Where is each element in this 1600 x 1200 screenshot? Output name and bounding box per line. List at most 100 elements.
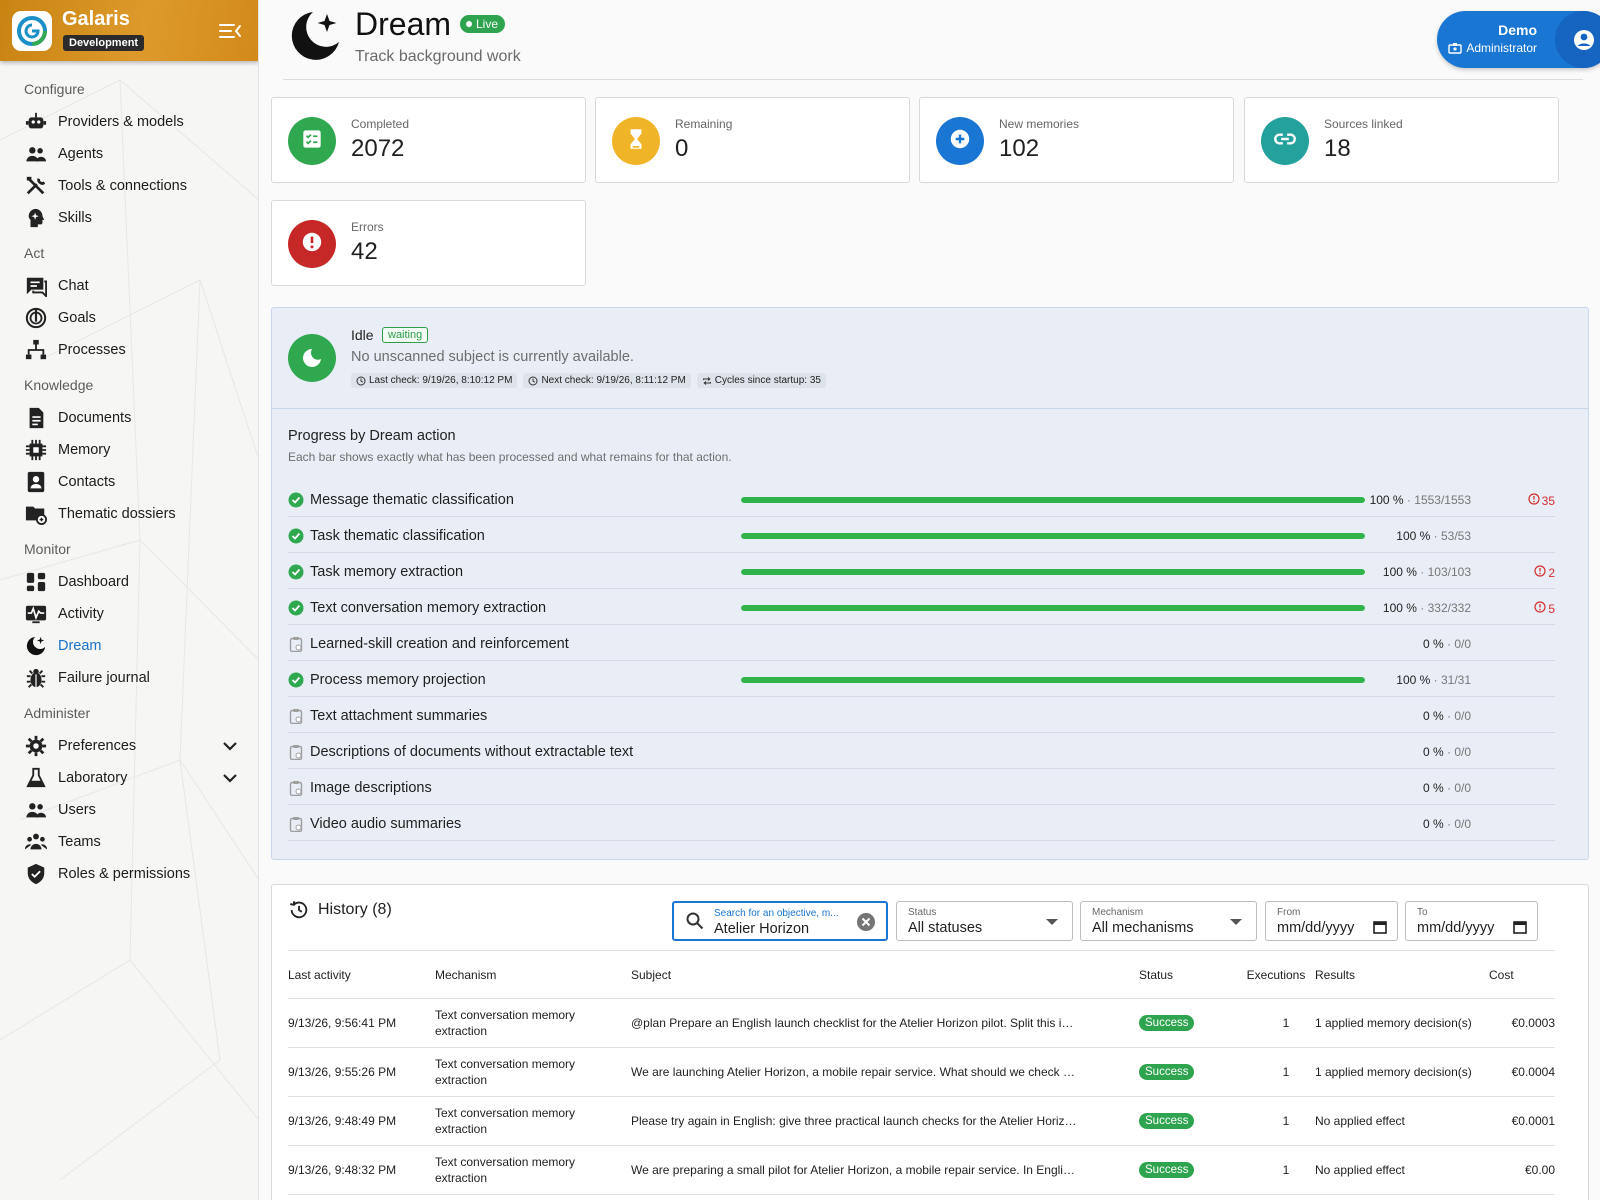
from-date-field[interactable]: From mm/dd/yyyy: [1265, 901, 1398, 941]
progress-count: · 103/103: [1417, 565, 1471, 579]
sidebar-item-dashboard[interactable]: Dashboard: [0, 566, 258, 598]
progress-row-name: Task thematic classification: [310, 528, 485, 544]
table-row[interactable]: 9/13/26, 9:48:49 PM Text conversation mem…: [288, 1096, 1555, 1146]
sidebar-item-label: Roles & permissions: [58, 866, 191, 882]
cell-subject: Please try again in English: give three …: [631, 1096, 1139, 1146]
contacts-icon: [24, 470, 48, 494]
sidebar-item-chat[interactable]: Chat: [0, 270, 258, 302]
sidebar-item-label: Skills: [58, 210, 92, 226]
live-badge: Live: [460, 15, 506, 33]
stat-label: Sources linked: [1324, 117, 1403, 131]
history-search-field[interactable]: Search for an objective, m... Atelier Ho…: [672, 901, 888, 941]
sidebar-item-label: Thematic dossiers: [58, 506, 176, 522]
progress-row-name: Text attachment summaries: [310, 708, 488, 724]
next-check-chip: Next check: 9/19/26, 8:11:12 PM: [523, 373, 691, 388]
sidebar-item-processes[interactable]: Processes: [0, 334, 258, 366]
search-input[interactable]: Atelier Horizon: [714, 921, 809, 937]
sidebar-item-users[interactable]: Users: [0, 794, 258, 826]
cell-mechanism: Text conversation memory extraction: [435, 998, 631, 1048]
chevron-down-icon[interactable]: [221, 737, 239, 755]
progress-count-value: 0/0: [1454, 817, 1471, 831]
cell-status: Success: [1139, 1047, 1237, 1097]
cell-status: Success: [1139, 1096, 1237, 1146]
table-row[interactable]: 9/13/26, 9:48:32 PM Text conversation mem…: [288, 1145, 1555, 1195]
sidebar-item-label: Failure journal: [58, 670, 150, 686]
progress-error-count[interactable]: 5: [1534, 601, 1555, 616]
sidebar-item-dream[interactable]: Dream: [0, 630, 258, 662]
user-menu-button[interactable]: Demo Administrator: [1437, 11, 1600, 68]
sidebar-item-failure-journal[interactable]: Failure journal: [0, 662, 258, 694]
avatar: [1555, 11, 1600, 68]
collapse-menu-icon[interactable]: [218, 20, 242, 42]
brand-header: Galaris Development: [0, 0, 258, 61]
history-icon: [290, 901, 308, 919]
sidebar-item-skills[interactable]: Skills: [0, 202, 258, 234]
cell-mechanism: Text conversation memory extraction: [435, 1096, 631, 1146]
progress-error-count[interactable]: 35: [1528, 493, 1555, 508]
history-icon: [356, 376, 366, 385]
sidebar-item-laboratory[interactable]: Laboratory: [0, 762, 258, 794]
stat-card-errors: Errors 42: [271, 200, 586, 286]
sidebar-item-agents[interactable]: Agents: [0, 138, 258, 170]
cell-status: Success: [1139, 998, 1237, 1048]
progress-error-count[interactable]: 2: [1534, 565, 1555, 580]
galaris-logo[interactable]: [12, 11, 52, 51]
calendar-icon[interactable]: [1373, 920, 1387, 934]
from-date-input[interactable]: mm/dd/yyyy: [1277, 920, 1354, 936]
progress-count-value: 53/53: [1440, 529, 1471, 543]
clipboard-pending-icon: [288, 708, 304, 725]
status-filter-value: All statuses: [908, 920, 983, 936]
progress-separator: ·: [1430, 673, 1441, 687]
column-header-last-activity[interactable]: Last activity: [288, 952, 435, 999]
progress-bar: [741, 713, 1365, 719]
sidebar-item-teams[interactable]: Teams: [0, 826, 258, 858]
clipboard-pending-icon: [288, 816, 304, 833]
stat-card-sources-linked: Sources linked 18: [1244, 97, 1559, 183]
cell-cost: €0.0003: [1489, 998, 1555, 1048]
check-circle-icon: [288, 672, 304, 688]
history-table: Last activity Mechanism Subject Status Execu…: [288, 952, 1555, 1195]
column-header-cost[interactable]: Cost: [1489, 952, 1555, 999]
sidebar-item-contacts[interactable]: Contacts: [0, 466, 258, 498]
sidebar-item-thematic-dossiers[interactable]: Thematic dossiers: [0, 498, 258, 530]
sidebar-item-preferences[interactable]: Preferences: [0, 730, 258, 762]
progress-row-name: Video audio summaries: [310, 816, 462, 832]
to-date-field[interactable]: To mm/dd/yyyy: [1405, 901, 1538, 941]
progress-separator: ·: [1403, 493, 1415, 507]
column-header-status[interactable]: Status: [1139, 952, 1237, 999]
chat-icon: [24, 274, 48, 298]
status-filter[interactable]: Status All statuses: [896, 901, 1073, 941]
dashboard-icon: [24, 570, 48, 594]
column-header-mechanism[interactable]: Mechanism: [435, 952, 631, 999]
calendar-icon[interactable]: [1513, 920, 1527, 934]
cell-last-activity: 9/13/26, 9:56:41 PM: [288, 998, 435, 1048]
progress-percent-value: 0 %: [1422, 709, 1444, 723]
status-badge: Success: [1139, 1161, 1195, 1178]
table-row[interactable]: 9/13/26, 9:56:41 PM Text conversation mem…: [288, 998, 1555, 1048]
sidebar-item-documents[interactable]: Documents: [0, 402, 258, 434]
progress-count-value: 31/31: [1440, 673, 1471, 687]
sidebar-item-providers-models[interactable]: Providers & models: [0, 106, 258, 138]
sidebar-item-tools-connections[interactable]: Tools & connections: [0, 170, 258, 202]
status-chips: Last check: 9/19/26, 8:10:12 PM Next che…: [351, 373, 826, 388]
table-row[interactable]: 9/13/26, 9:55:26 PM Text conversation mem…: [288, 1047, 1555, 1097]
column-header-results[interactable]: Results: [1315, 952, 1489, 999]
sidebar: Galaris Development Configure Providers &…: [0, 0, 259, 1200]
column-header-subject[interactable]: Subject: [631, 952, 1139, 999]
sidebar-item-activity[interactable]: Activity: [0, 598, 258, 630]
sidebar-item-goals[interactable]: Goals: [0, 302, 258, 334]
sidebar-item-label: Tools & connections: [58, 178, 187, 194]
stat-value: 42: [351, 238, 378, 265]
cell-executions: 1: [1237, 1096, 1315, 1146]
column-header-executions[interactable]: Executions: [1237, 952, 1315, 999]
to-date-input[interactable]: mm/dd/yyyy: [1417, 920, 1494, 936]
mechanism-filter[interactable]: Mechanism All mechanisms: [1080, 901, 1257, 941]
sidebar-item-memory[interactable]: Memory: [0, 434, 258, 466]
chevron-down-icon[interactable]: [221, 769, 239, 787]
clear-icon[interactable]: [856, 912, 876, 932]
progress-row-name: Text conversation memory extraction: [310, 600, 547, 616]
history-header: History (8): [288, 899, 392, 921]
sidebar-item-roles-permissions[interactable]: Roles & permissions: [0, 858, 258, 890]
account-circle-icon: [1573, 29, 1594, 50]
cell-results: 1 applied memory decision(s): [1315, 998, 1489, 1048]
